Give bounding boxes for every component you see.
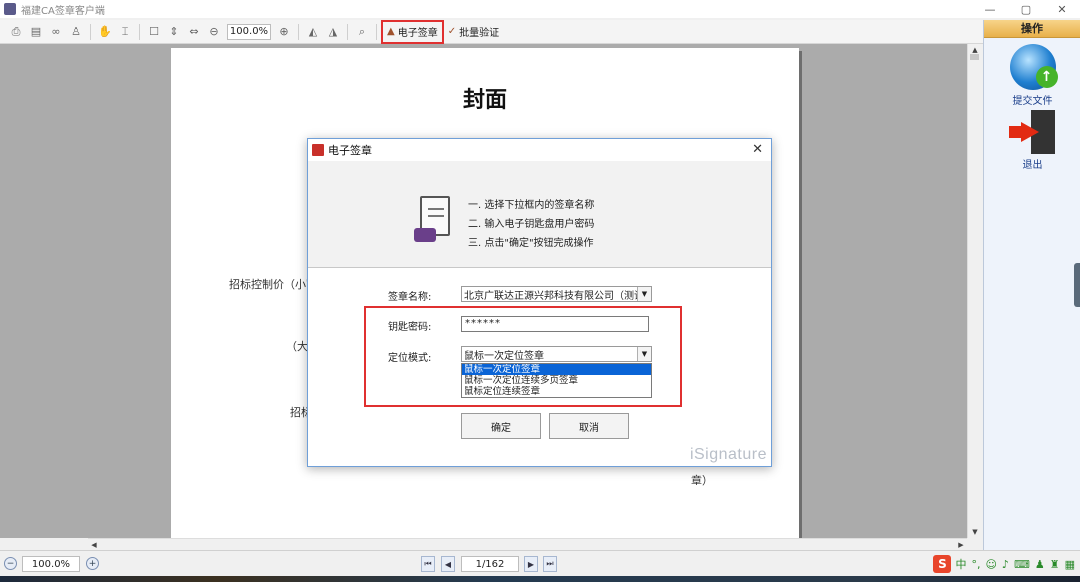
verify-icon: ✓ (447, 26, 457, 37)
print-icon[interactable]: ⎙ (7, 23, 25, 41)
window-controls: — ▢ ✕ (972, 0, 1080, 18)
prev-page-icon[interactable]: ◀ (441, 556, 455, 572)
title-bar: 福建CA签章客户端 — ▢ ✕ (0, 0, 1080, 18)
scroll-thumb[interactable] (970, 54, 979, 60)
status-zoom-in-icon[interactable]: + (86, 557, 99, 570)
instruction-step-3: 三. 点击"确定"按钮完成操作 (468, 238, 594, 249)
instruction-step-2: 二. 输入电子钥匙盘用户密码 (468, 219, 595, 230)
operations-header: 操作 (984, 20, 1080, 38)
dialog-close-icon[interactable]: ✕ (752, 142, 763, 157)
isignature-watermark: iSignature (689, 446, 767, 463)
instruction-step-1: 一. 选择下拉框内的签章名称 (468, 200, 595, 211)
shirt-icon[interactable]: ♜ (1050, 558, 1060, 571)
select-tool-icon[interactable]: ⌶ (116, 23, 134, 41)
status-bar: − 100.0% + ⏮ ◀ 1/162 ▶ ⏭ S 中 °, ☺ ♪ ⌨ ♟ … (0, 550, 1080, 576)
fit-page-icon[interactable]: ⇕ (165, 23, 183, 41)
seal-note-text: 章） (691, 474, 713, 487)
last-page-icon[interactable]: ⏭ (543, 556, 557, 572)
scroll-down-icon[interactable]: ▼ (968, 526, 982, 538)
keyboard-icon[interactable]: ⌨ (1014, 558, 1030, 571)
zoom-in-icon[interactable]: ⊕ (275, 23, 293, 41)
search-icon[interactable]: ⌕ (353, 23, 371, 41)
globe-upload-icon: ↑ (1009, 44, 1058, 90)
seal-name-value: 北京广联达正源兴邦科技有限公司（测试 (464, 290, 644, 302)
zoom-out-icon[interactable]: ⊖ (205, 23, 223, 41)
stamp-icon[interactable]: ♙ (67, 23, 85, 41)
fit-width-icon[interactable]: ⇔ (185, 23, 203, 41)
dialog-title-bar: 电子签章 ✕ (308, 139, 771, 161)
toolbar-separator (298, 23, 299, 40)
first-page-icon[interactable]: ⏮ (421, 556, 435, 572)
page-title: 封面 (462, 87, 507, 113)
user-icon[interactable]: ♟ (1035, 558, 1045, 571)
status-zoom-out-icon[interactable]: − (4, 557, 17, 570)
pdf-seal-icon (312, 144, 324, 156)
batch-verify-label: 批量验证 (459, 28, 500, 39)
seal-icon: ▲ (387, 26, 395, 37)
batch-verify-button[interactable]: ✓ 批量验证 (444, 22, 503, 42)
binoculars-icon[interactable]: ∞ (47, 23, 65, 41)
submit-file-button[interactable]: ↑ 提交文件 (984, 44, 1080, 107)
electronic-sign-button[interactable]: ▲ 电子签章 (381, 19, 444, 44)
dialog-instructions-panel: 一. 选择下拉框内的签章名称 二. 输入电子钥匙盘用户密码 三. 点击"确定"按… (308, 161, 771, 268)
app-icon (4, 3, 16, 15)
emoji-icon[interactable]: ☺ (985, 558, 996, 571)
punctuation-icon[interactable]: °, (971, 558, 980, 571)
window-title: 福建CA签章客户端 (21, 5, 105, 17)
operations-panel: 操作 ↑ 提交文件 退出 (983, 20, 1080, 550)
side-grip-handle[interactable] (1074, 263, 1080, 307)
close-window-button[interactable]: ✕ (1044, 0, 1080, 18)
restore-button[interactable]: ▢ (1008, 0, 1044, 18)
electronic-sign-label: 电子签章 (397, 28, 438, 39)
confirm-button[interactable]: 确定 (461, 413, 541, 439)
page-indicator[interactable]: 1/162 (461, 556, 519, 572)
toolbar-separator (90, 23, 91, 40)
single-page-icon[interactable]: ☐ (145, 23, 163, 41)
toolbar-separator (376, 23, 377, 40)
exit-label: 退出 (1022, 160, 1043, 171)
microphone-icon[interactable]: ♪ (1002, 558, 1009, 571)
toolbar: ⎙ ▤ ∞ ♙ ✋ ⌶ ☐ ⇕ ⇔ ⊖ 100.0% ⊕ ◭ ◮ ⌕ ▲ 电子签… (0, 19, 983, 44)
taskbar (0, 576, 1080, 582)
chevron-down-icon[interactable]: ▼ (637, 287, 651, 301)
submit-file-label: 提交文件 (1012, 96, 1053, 107)
toolbar-separator (139, 23, 140, 40)
ime-language-indicator[interactable]: 中 (955, 556, 966, 572)
dialog-title: 电子签章 (328, 144, 372, 157)
zoom-input[interactable]: 100.0% (227, 23, 271, 40)
exit-door-icon (1008, 110, 1057, 154)
next-page-icon[interactable]: ▶ (524, 556, 538, 572)
status-zoom-input[interactable]: 100.0% (22, 556, 80, 572)
exit-button[interactable]: 退出 (984, 110, 1080, 171)
bid-price-lower-text: 招标控制价（小写 (229, 278, 317, 291)
grid-icon[interactable]: ▦ (1065, 558, 1075, 571)
sogou-ime-icon[interactable]: S (933, 555, 952, 573)
seal-name-label: 签章名称: (388, 292, 432, 303)
system-tray: S 中 °, ☺ ♪ ⌨ ♟ ♜ ▦ (933, 555, 1080, 573)
toolbar-separator (347, 23, 348, 40)
hand-tool-icon[interactable]: ✋ (96, 23, 114, 41)
minimize-button[interactable]: — (972, 0, 1008, 18)
seal-name-select[interactable]: 北京广联达正源兴邦科技有限公司（测试 ▼ (461, 286, 652, 302)
instruction-steps: 一. 选择下拉框内的签章名称 二. 输入电子钥匙盘用户密码 三. 点击"确定"按… (468, 196, 594, 253)
document-seal-icon (414, 196, 454, 246)
document-icon[interactable]: ▤ (27, 23, 45, 41)
cancel-button[interactable]: 取消 (549, 413, 629, 439)
rotate-right-icon[interactable]: ◮ (324, 23, 342, 41)
rotate-left-icon[interactable]: ◭ (304, 23, 322, 41)
horizontal-scrollbar[interactable]: ◀ ▶ (88, 538, 967, 550)
vertical-scrollbar[interactable]: ▲ ▼ (967, 44, 981, 538)
electronic-sign-dialog: 电子签章 ✕ 一. 选择下拉框内的签章名称 二. 输入电子钥匙盘用户密码 三. … (307, 138, 772, 467)
highlight-box (364, 306, 682, 407)
